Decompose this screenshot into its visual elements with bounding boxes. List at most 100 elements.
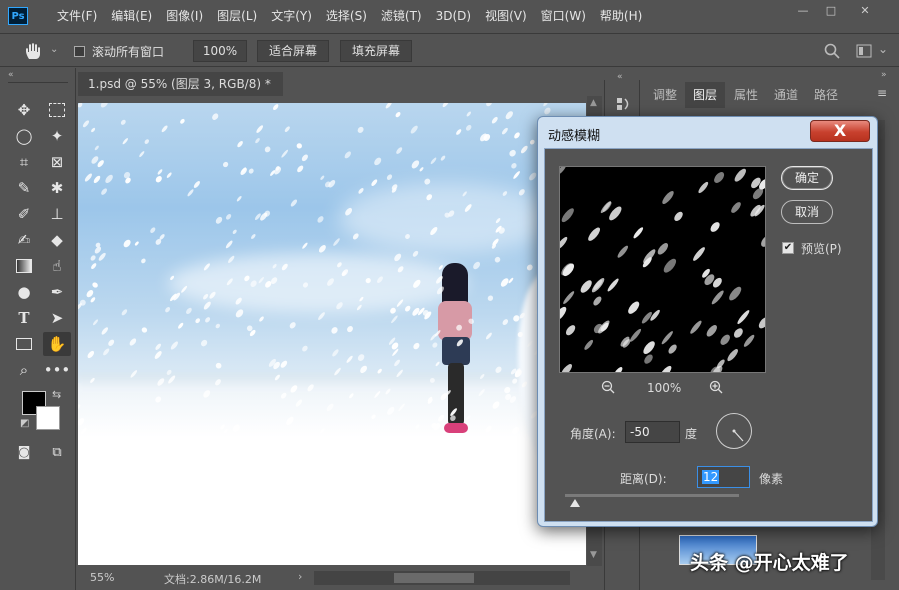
frame-tool-icon[interactable]: ⊠ [43, 150, 71, 174]
tab-channels[interactable]: 通道 [767, 82, 805, 108]
scroll-up-icon[interactable]: ▲ [590, 98, 597, 108]
move-tool-icon[interactable]: ✥ [10, 98, 38, 122]
history-panel-icon[interactable] [615, 96, 631, 112]
snowflake [295, 399, 303, 407]
zoom-out-icon[interactable] [601, 380, 615, 394]
collapse-toolbar-icon[interactable]: « [8, 70, 14, 80]
snowflake [101, 188, 108, 195]
menu-view[interactable]: 视图(V) [478, 0, 534, 32]
collapse-panels-icon[interactable]: « [617, 72, 623, 82]
menu-filter[interactable]: 滤镜(T) [374, 0, 429, 32]
tab-properties[interactable]: 属性 [727, 82, 765, 108]
menu-edit[interactable]: 编辑(E) [104, 0, 159, 32]
marquee-tool-icon[interactable] [43, 98, 71, 122]
path-selection-tool-icon[interactable]: ➤ [43, 306, 71, 330]
blur-preview[interactable] [559, 166, 766, 373]
expand-panels-icon[interactable]: » [881, 70, 887, 80]
menu-help[interactable]: 帮助(H) [593, 0, 649, 32]
snowflake [319, 428, 325, 434]
status-zoom[interactable]: 55% [90, 571, 114, 584]
snowflake [508, 277, 514, 284]
status-arrow-icon[interactable]: › [298, 570, 302, 583]
tool-preset-chevron-icon[interactable]: ⌄ [50, 44, 58, 55]
snowflake [518, 189, 525, 196]
quick-mask-icon[interactable]: ◙ [10, 440, 38, 464]
menu-3d[interactable]: 3D(D) [429, 0, 478, 32]
hand-tool-icon[interactable] [22, 40, 44, 62]
workspace-chevron-icon[interactable]: ⌄ [878, 42, 888, 56]
snow-streak [563, 291, 575, 305]
snowflake [236, 195, 242, 202]
fit-screen-button[interactable]: 适合屏幕 [257, 40, 329, 62]
screen-mode-icon[interactable]: ⧉ [43, 440, 71, 464]
rectangle-tool-icon[interactable] [10, 332, 38, 356]
canvas[interactable] [78, 103, 586, 565]
snowflake [544, 107, 551, 115]
history-brush-tool-icon[interactable]: ✍ [10, 228, 38, 252]
snowflake [235, 297, 242, 305]
horizontal-scrollbar[interactable] [314, 571, 570, 585]
hand-tool-selected-icon[interactable]: ✋ [43, 332, 71, 356]
dodge-tool-icon[interactable]: ● [10, 280, 38, 304]
type-tool-icon[interactable]: T [10, 306, 38, 330]
distance-slider-thumb[interactable] [570, 499, 580, 507]
swap-colors-icon[interactable]: ⇆ [52, 388, 61, 401]
tab-paths[interactable]: 路径 [807, 82, 845, 108]
snowflake [371, 414, 376, 420]
dialog-close-button[interactable]: X [810, 120, 870, 142]
zoom-100-button[interactable]: 100% [193, 40, 247, 62]
cancel-button[interactable]: 取消 [781, 200, 833, 224]
workspace-icon[interactable] [856, 44, 872, 58]
snowflake [255, 138, 260, 144]
eyedropper-tool-icon[interactable]: ✎ [10, 176, 38, 200]
minimize-button[interactable]: — [790, 2, 816, 20]
healing-brush-tool-icon[interactable]: ✱ [43, 176, 71, 200]
distance-input[interactable]: 12 [697, 466, 750, 488]
pen-tool-icon[interactable]: ✒ [43, 280, 71, 304]
snowflake [438, 265, 443, 270]
scroll-all-checkbox[interactable] [74, 46, 85, 57]
maximize-button[interactable]: □ [818, 2, 844, 20]
status-doc-info: 文档:2.86M/16.2M [164, 573, 262, 586]
fill-screen-button[interactable]: 填充屏幕 [340, 40, 412, 62]
magic-wand-tool-icon[interactable]: ✦ [43, 124, 71, 148]
zoom-in-icon[interactable] [709, 380, 723, 394]
menu-image[interactable]: 图像(I) [159, 0, 210, 32]
panel-menu-icon[interactable]: ≡ [877, 86, 887, 100]
snowflake [274, 374, 280, 381]
tab-layers[interactable]: 图层 [685, 82, 725, 108]
snowflake [485, 332, 492, 340]
menu-select[interactable]: 选择(S) [319, 0, 374, 32]
menu-layer[interactable]: 图层(L) [210, 0, 264, 32]
ok-button[interactable]: 确定 [781, 166, 833, 190]
document-tab[interactable]: 1.psd @ 55% (图层 3, RGB/8) * × [78, 72, 283, 115]
menu-type[interactable]: 文字(Y) [264, 0, 319, 32]
preview-checkbox[interactable]: ✔ [782, 242, 794, 254]
default-colors-icon[interactable]: ◩ [20, 418, 29, 429]
snowflake [456, 339, 463, 347]
horizontal-scroll-thumb[interactable] [394, 573, 474, 583]
window-close-button[interactable]: ✕ [852, 2, 878, 20]
clone-stamp-tool-icon[interactable]: ⊥ [43, 202, 71, 226]
distance-slider[interactable] [565, 494, 739, 497]
snowflake [225, 240, 233, 249]
menu-window[interactable]: 窗口(W) [534, 0, 593, 32]
search-icon[interactable] [824, 43, 840, 59]
smudge-tool-icon[interactable]: ☝ [43, 254, 71, 278]
snowflake [155, 343, 162, 350]
snowflake [430, 333, 437, 341]
snowflake [397, 266, 404, 273]
eraser-tool-icon[interactable]: ◆ [43, 228, 71, 252]
angle-input[interactable]: -50 [625, 421, 680, 443]
brush-tool-icon[interactable]: ✐ [10, 202, 38, 226]
menu-file[interactable]: 文件(F) [50, 0, 104, 32]
background-color-swatch[interactable] [36, 406, 60, 430]
snowflake [215, 216, 223, 224]
more-tools-icon[interactable]: ••• [43, 358, 71, 382]
gradient-tool-icon[interactable] [10, 254, 38, 278]
scroll-down-icon[interactable]: ▼ [590, 550, 597, 560]
crop-tool-icon[interactable]: ⌗ [10, 150, 38, 174]
lasso-tool-icon[interactable]: ◯ [10, 124, 38, 148]
tab-adjustments[interactable]: 调整 [647, 82, 683, 108]
zoom-tool-icon[interactable]: ⌕ [10, 358, 38, 382]
